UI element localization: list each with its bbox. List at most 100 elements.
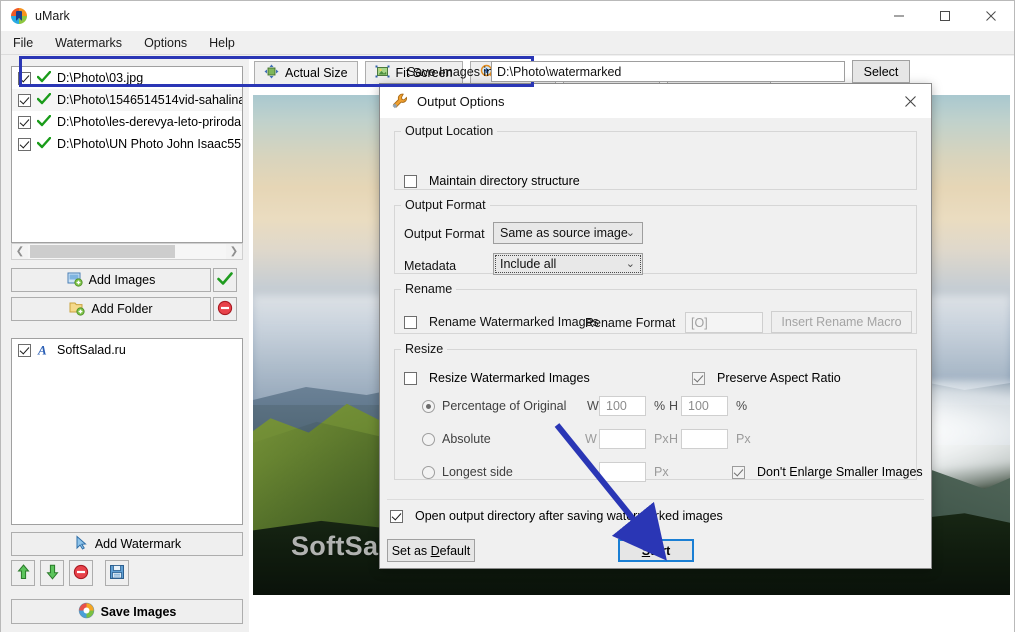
output-format-label: Output Format <box>404 227 485 241</box>
rename-checkbox-row[interactable]: Rename Watermarked Images <box>404 315 599 329</box>
preserve-aspect-label: Preserve Aspect Ratio <box>717 371 841 385</box>
file-list-horizontal-scrollbar[interactable]: ❮ ❯ <box>11 243 243 260</box>
scrollbar-track[interactable] <box>28 244 226 259</box>
chevron-down-icon: ⌄ <box>625 258 635 270</box>
absolute-radio-row[interactable]: Absolute <box>422 432 491 446</box>
rename-format-placeholder: [O] <box>691 315 708 330</box>
percentage-radio-row[interactable]: Percentage of Original <box>422 399 566 413</box>
absolute-height-label: H <box>669 432 679 446</box>
dont-enlarge-label: Don't Enlarge Smaller Images <box>757 465 923 479</box>
open-output-dir-checkbox[interactable] <box>390 509 403 523</box>
dialog-separator <box>387 499 924 500</box>
percentage-label: Percentage of Original <box>442 399 567 413</box>
percent-height-input[interactable]: 100 <box>681 396 728 416</box>
absolute-width-unit: Px <box>654 432 669 446</box>
insert-rename-macro-button[interactable]: Insert Rename Macro <box>771 311 912 333</box>
resize-images-checkbox[interactable] <box>404 371 417 385</box>
longest-side-radio-row[interactable]: Longest side <box>422 465 513 479</box>
maintain-structure-row[interactable]: Maintain directory structure <box>404 174 580 188</box>
percent-width-unit: % <box>654 399 666 413</box>
metadata-label: Metadata <box>404 259 457 273</box>
preserve-aspect-row[interactable]: Preserve Aspect Ratio <box>692 371 841 385</box>
watermark-actions <box>11 560 129 586</box>
menu-item-file[interactable]: File <box>3 33 43 53</box>
save-images-icon <box>78 602 95 622</box>
dialog-close-button[interactable] <box>897 88 923 114</box>
save-images-label: Save Images <box>100 604 177 619</box>
metadata-select[interactable]: Include all ⌄ <box>493 253 643 275</box>
longest-side-label: Longest side <box>442 465 513 479</box>
menu-bar: File Watermarks Options Help <box>1 31 1014 55</box>
longest-side-radio[interactable] <box>422 465 435 479</box>
delete-watermark-button[interactable] <box>69 560 93 586</box>
minimize-button[interactable] <box>876 1 922 31</box>
file-checkbox[interactable] <box>18 93 31 107</box>
preserve-aspect-checkbox[interactable] <box>692 371 705 385</box>
menu-item-options[interactable]: Options <box>134 33 197 53</box>
list-item[interactable]: D:\Photo\UN Photo John Isaac557 <box>12 133 242 155</box>
green-down-arrow-icon <box>45 564 59 583</box>
dialog-title: Output Options <box>417 93 505 109</box>
rename-format-input[interactable]: [O] <box>685 312 763 333</box>
resize-images-row[interactable]: Resize Watermarked Images <box>404 371 590 385</box>
svg-text:A: A <box>37 343 47 357</box>
green-check-icon <box>36 136 52 152</box>
add-folder-button[interactable]: Add Folder <box>11 297 211 321</box>
image-file-list[interactable]: D:\Photo\03.jpg D:\Photo\1546514514vid-s… <box>11 66 243 243</box>
add-images-button[interactable]: Add Images <box>11 268 211 292</box>
rename-legend: Rename <box>405 282 453 296</box>
window-title: uMark <box>35 9 70 23</box>
watermark-list[interactable]: A SoftSalad.ru <box>11 338 243 525</box>
output-format-legend: Output Format <box>405 198 486 212</box>
output-format-select[interactable]: Same as source image ⌄ <box>493 222 643 244</box>
add-folder-label: Add Folder <box>91 302 153 316</box>
close-button[interactable] <box>968 1 1014 31</box>
scrollbar-thumb[interactable] <box>30 245 175 258</box>
list-item[interactable]: A SoftSalad.ru <box>12 339 242 361</box>
start-button[interactable]: Start <box>618 539 694 562</box>
rename-images-checkbox[interactable] <box>404 315 417 329</box>
longest-side-input[interactable] <box>599 462 646 482</box>
open-output-dir-row[interactable]: Open output directory after saving water… <box>390 509 723 523</box>
left-panel: D:\Photo\03.jpg D:\Photo\1546514514vid-s… <box>1 56 249 632</box>
save-images-in-label: Save Images in <box>407 65 494 79</box>
move-up-button[interactable] <box>11 560 35 586</box>
dialog-title-bar: Output Options <box>380 84 931 118</box>
scroll-left-icon[interactable]: ❮ <box>12 246 28 257</box>
scroll-right-icon[interactable]: ❯ <box>226 246 242 257</box>
absolute-radio[interactable] <box>422 432 435 446</box>
remove-images-button[interactable] <box>213 297 237 321</box>
list-item[interactable]: D:\Photo\les-derevya-leto-priroda <box>12 111 242 133</box>
longest-side-unit: Px <box>654 465 669 479</box>
percent-height-value: 100 <box>688 399 709 413</box>
umark-logo-icon <box>11 8 27 24</box>
menu-item-help[interactable]: Help <box>199 33 245 53</box>
maintain-structure-label: Maintain directory structure <box>429 174 580 188</box>
red-remove-icon <box>217 300 233 319</box>
menu-item-watermarks[interactable]: Watermarks <box>45 33 132 53</box>
percentage-radio[interactable] <box>422 399 435 413</box>
percent-width-value: 100 <box>606 399 627 413</box>
dont-enlarge-checkbox[interactable] <box>732 465 745 479</box>
maximize-button[interactable] <box>922 1 968 31</box>
check-all-button[interactable] <box>213 268 237 292</box>
save-watermark-button[interactable] <box>105 560 129 586</box>
select-folder-button[interactable]: Select <box>852 60 910 83</box>
absolute-height-input[interactable] <box>681 429 728 449</box>
set-default-accel: D <box>430 543 440 558</box>
file-checkbox[interactable] <box>18 115 31 129</box>
save-images-button[interactable]: Save Images <box>11 599 243 624</box>
maintain-structure-checkbox[interactable] <box>404 174 417 188</box>
output-path-input[interactable]: D:\Photo\watermarked <box>491 61 845 82</box>
set-as-default-button[interactable]: Set as Default <box>387 539 475 562</box>
absolute-width-input[interactable] <box>599 429 646 449</box>
percent-width-input[interactable]: 100 <box>599 396 646 416</box>
dont-enlarge-row[interactable]: Don't Enlarge Smaller Images <box>732 465 923 479</box>
move-down-button[interactable] <box>40 560 64 586</box>
add-watermark-button[interactable]: Add Watermark <box>11 532 243 556</box>
wrench-icon <box>392 93 409 110</box>
list-item[interactable]: D:\Photo\1546514514vid-sahalina <box>12 89 242 111</box>
percent-width-label: W <box>587 399 599 413</box>
watermark-checkbox[interactable] <box>18 343 31 357</box>
file-checkbox[interactable] <box>18 137 31 151</box>
